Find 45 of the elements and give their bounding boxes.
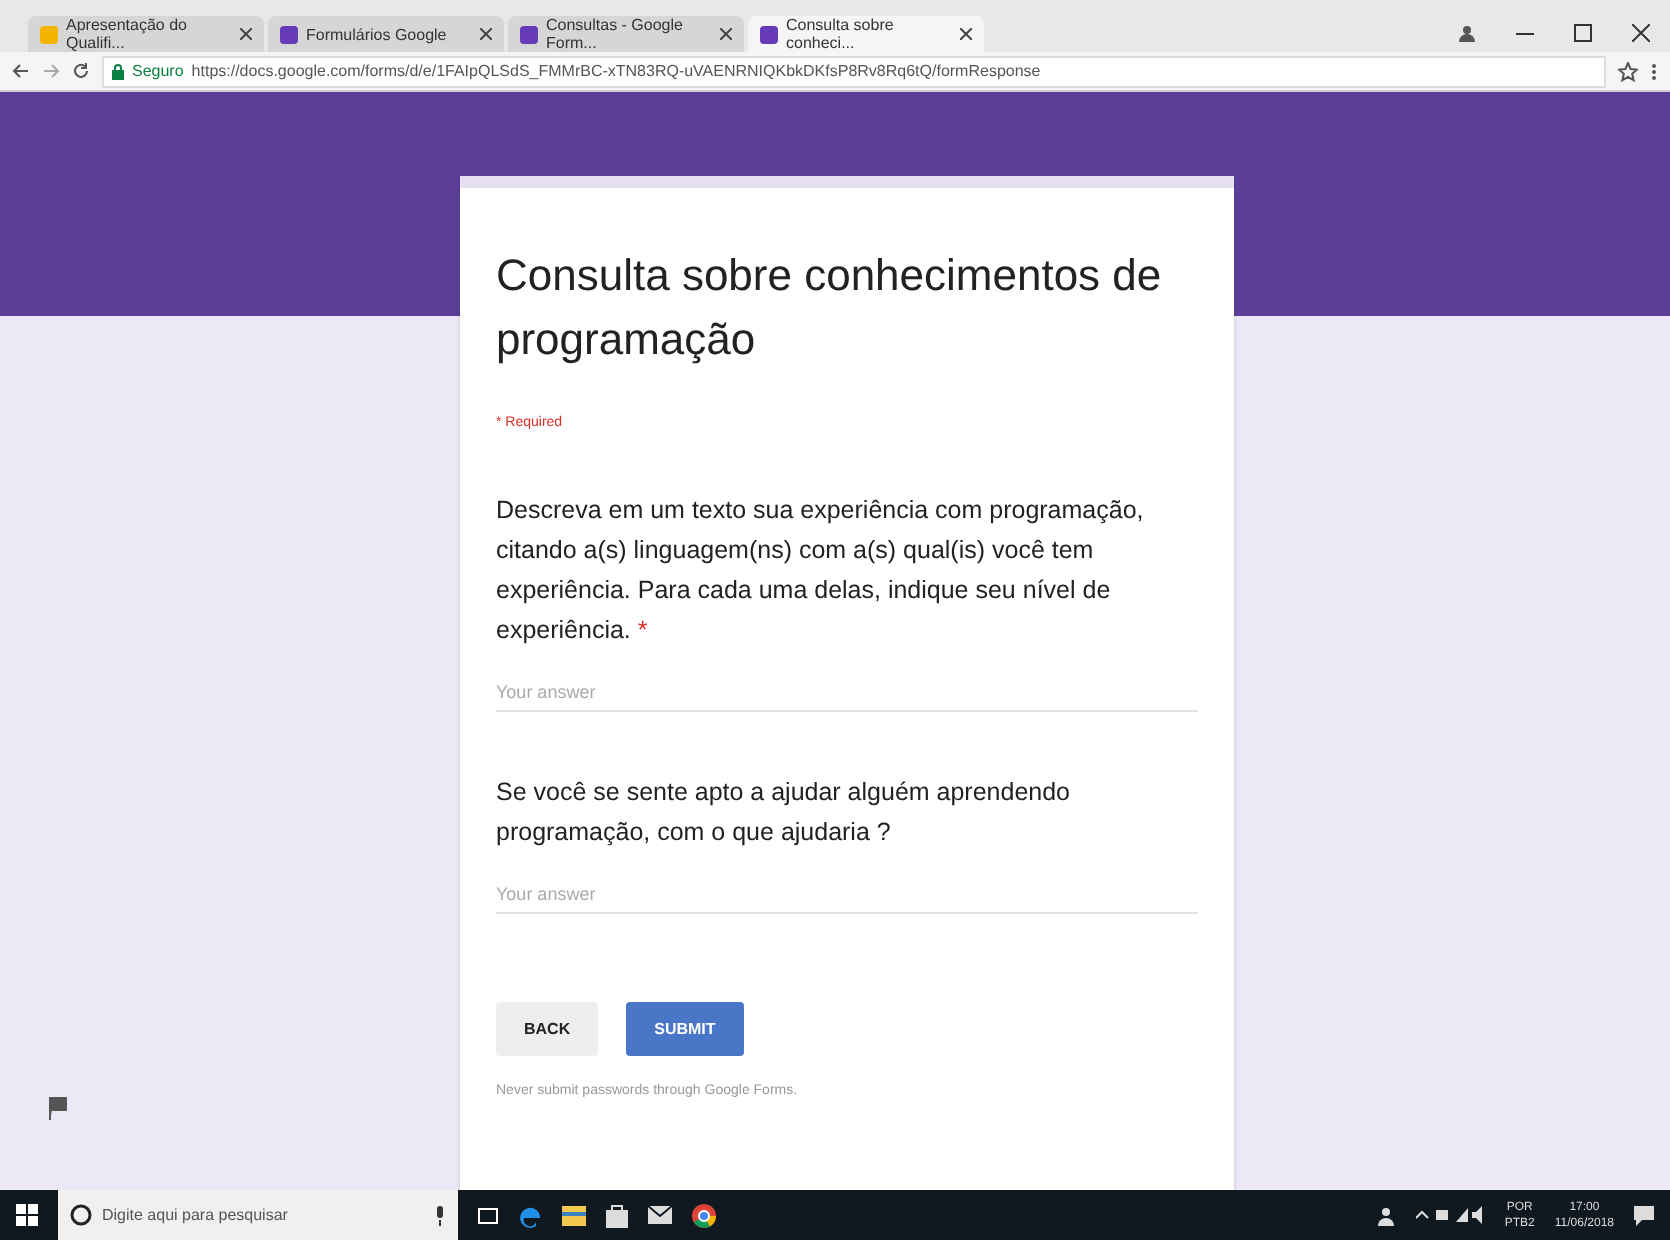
close-icon[interactable] (480, 25, 492, 43)
answer-field[interactable]: Your answer (496, 876, 1198, 914)
tab-title: Apresentação do Qualifi... (66, 16, 189, 52)
maximize-icon[interactable] (1574, 23, 1592, 41)
lock-icon (112, 63, 124, 79)
answer-field[interactable]: Your answer (496, 674, 1198, 712)
chrome-icon[interactable] (692, 1203, 716, 1227)
browser-tab[interactable]: Consultas - Google Form... (508, 16, 744, 52)
close-icon[interactable] (960, 25, 972, 43)
search-placeholder: Digite aqui para pesquisar (102, 1206, 288, 1224)
back-icon[interactable] (12, 62, 30, 80)
reload-icon[interactable] (72, 62, 90, 80)
tab-title: Consultas - Google Form... (546, 16, 685, 52)
browser-tab[interactable]: Consulta sobre conheci... (748, 16, 984, 52)
tab-title: Formulários Google (306, 25, 447, 43)
folder-icon[interactable] (562, 1205, 586, 1225)
search-icon (70, 1204, 92, 1226)
address-bar[interactable]: Seguro https://docs.google.com/forms/d/e/1FAIpQLSdS_FMMrBC-xTN83RQ-uVAENRNIQKbkDKfsP8Rv8Rq6tQ/formResponse (102, 55, 1606, 87)
profile-icon[interactable] (1458, 23, 1476, 41)
microphone-icon[interactable] (434, 1205, 446, 1225)
security-label: Seguro (132, 62, 184, 80)
url-text: https://docs.google.com/forms/d/e/1FAIpQLSdS_FMMrBC-xTN83RQ-uVAENRNIQKbkDKfsP8Rv8Rq6tQ/formResponse (191, 62, 1041, 80)
question-text: Se você se sente apto a ajudar alguém aprendendo programação, com o que ajudaria ? (496, 776, 1073, 850)
tray-icons-drawing[interactable] (1416, 1206, 1485, 1224)
close-icon[interactable] (240, 25, 252, 43)
flag-icon[interactable] (48, 1096, 68, 1120)
browser-tab[interactable]: Apresentação do Qualifi... (28, 16, 264, 52)
browser-tab[interactable]: Formulários Google (268, 16, 504, 52)
windows-icon[interactable] (16, 1204, 38, 1226)
form-title: Consulta sobre conhecimentos de programação (496, 248, 1164, 368)
menu-icon[interactable] (1650, 61, 1658, 81)
tab-title: Consulta sobre conheci... (786, 16, 896, 52)
mail-icon[interactable] (648, 1206, 672, 1224)
notification-icon[interactable] (1634, 1205, 1654, 1225)
close-icon[interactable] (1632, 23, 1650, 41)
task-view-icon[interactable] (478, 1205, 498, 1225)
back-button[interactable]: BACK (496, 1002, 599, 1056)
submit-button[interactable]: SUBMIT (626, 1002, 744, 1056)
edge-browser-icon[interactable] (518, 1203, 542, 1227)
star-icon[interactable] (1618, 61, 1638, 81)
people-icon[interactable] (1376, 1205, 1397, 1225)
close-icon[interactable] (720, 25, 732, 43)
shopping-bag-icon[interactable] (606, 1203, 628, 1227)
question-text: Descreva em um texto sua experiência com programação, citando a(s) linguagem(ns) com a(s) qual(is) você tem experiência. Para cada uma delas, indique seu nível de experiência. * (496, 494, 1146, 648)
search-field[interactable]: Digite aqui para pesquisar (58, 1190, 458, 1240)
